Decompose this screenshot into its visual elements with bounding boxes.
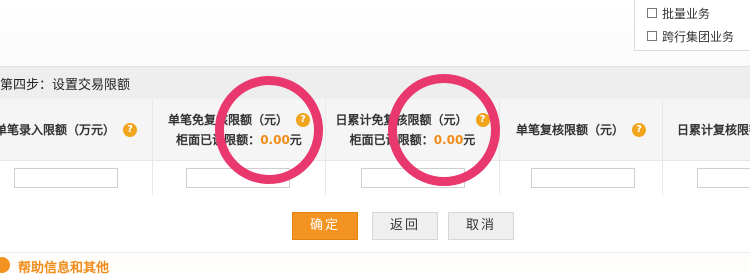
option-label: 跨行集团业务 [662, 29, 735, 44]
business-options-panel: 批量业务 跨行集团业务 [634, 0, 750, 51]
counter-limit-value: 0.00 [433, 132, 464, 147]
help-icon[interactable]: ? [632, 122, 646, 137]
header-daily-exempt-review-limit: 日累计免复核限额（元） ? 柜面已设限额： 0.00 元 [326, 99, 499, 160]
help-section-title: 帮助信息和其他 [18, 261, 110, 276]
transaction-limits-table: 单笔录入限额（万元） ? 单笔免复核限额（元） ? 柜面已设限额： 0.00 元… [0, 99, 750, 195]
header-label: 单笔免复核限额（元） [167, 112, 288, 127]
single-entry-limit-input[interactable] [14, 168, 118, 188]
step-title: 第四步：设置交易限额 [0, 78, 131, 93]
single-exempt-review-limit-input[interactable] [186, 168, 290, 188]
checkbox-icon[interactable] [647, 8, 657, 18]
counter-limit-line: 柜面已设限额： 0.00 元 [176, 130, 302, 150]
option-label: 批量业务 [662, 6, 711, 21]
option-cross-bank-group-business[interactable]: 跨行集团业务 [647, 27, 734, 45]
info-circle-icon [0, 257, 10, 273]
header-label: 日累计免复核限额（元） [335, 112, 468, 127]
counter-limit-unit: 元 [463, 132, 476, 147]
confirm-button[interactable]: 确定 [292, 212, 358, 240]
daily-exempt-review-limit-input[interactable] [361, 168, 465, 188]
counter-limit-line: 柜面已设限额： 0.00 元 [350, 130, 476, 150]
back-button[interactable]: 返回 [372, 212, 438, 240]
counter-limit-label: 柜面已设限额： [176, 132, 261, 147]
header-single-exempt-review-limit: 单笔免复核限额（元） ? 柜面已设限额： 0.00 元 [153, 99, 325, 160]
header-label: 单笔录入限额（万元） [0, 122, 115, 137]
cancel-button[interactable]: 取消 [448, 212, 514, 240]
checkbox-icon[interactable] [647, 31, 657, 41]
counter-limit-value: 0.00 [260, 132, 290, 147]
counter-limit-label: 柜面已设限额： [349, 132, 434, 147]
header-single-review-limit: 单笔复核限额（元） ? [500, 99, 662, 160]
step-header: 第四步：设置交易限额 [0, 66, 750, 100]
help-icon[interactable]: ? [475, 112, 490, 127]
header-single-entry-limit: 单笔录入限额（万元） ? [0, 99, 152, 160]
counter-limit-unit: 元 [289, 132, 302, 147]
option-batch-business[interactable]: 批量业务 [647, 4, 710, 22]
single-review-limit-input[interactable] [531, 168, 635, 188]
help-section: 帮助信息和其他 [0, 252, 750, 276]
header-label: 日累计复核限额 [677, 122, 750, 137]
header-label: 单笔复核限额（元） [515, 122, 624, 137]
help-icon[interactable]: ? [296, 112, 310, 127]
header-daily-review-limit: 日累计复核限额 [663, 99, 750, 160]
daily-review-limit-input[interactable] [697, 168, 750, 188]
help-icon[interactable]: ? [123, 122, 137, 137]
